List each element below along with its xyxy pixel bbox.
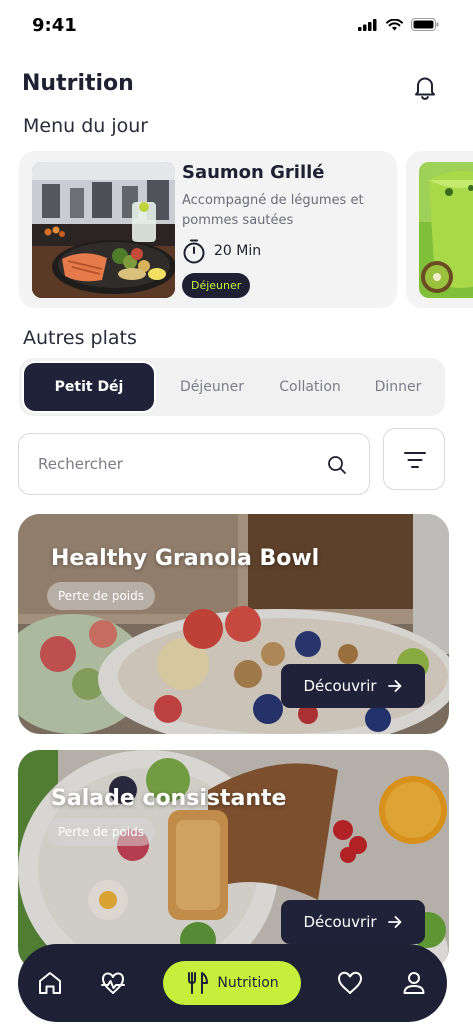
fork-knife-icon [188, 972, 209, 994]
profile-icon[interactable] [399, 968, 429, 998]
arrow-right-icon [387, 916, 401, 928]
arrow-right-icon [387, 680, 401, 692]
discover-button[interactable]: Découvrir [281, 664, 425, 708]
tab-dinner[interactable]: Dinner [361, 363, 435, 411]
featured-meal-card[interactable]: Saumon Grillé Accompagné de légumes et p… [19, 151, 397, 308]
status-icons [358, 18, 439, 31]
section-title-autres-plats: Autres plats [23, 327, 137, 349]
tab-collation[interactable]: Collation [265, 363, 355, 411]
bell-icon[interactable] [411, 73, 439, 101]
status-time: 9:41 [32, 15, 77, 36]
featured-meal-name: Saumon Grillé [182, 162, 325, 183]
search-box [18, 433, 370, 495]
signal-icon [358, 18, 377, 31]
recipe-card-granola[interactable]: Healthy Granola Bowl Perte de poids Déco… [18, 514, 449, 734]
home-icon[interactable] [35, 968, 65, 998]
smoothie-image [419, 162, 473, 298]
nav-item-nutrition[interactable]: Nutrition [163, 961, 301, 1005]
recipe-tag: Perte de poids [47, 582, 156, 610]
bottom-navigation: Nutrition [18, 944, 447, 1022]
health-icon[interactable] [98, 968, 128, 998]
recipe-card-salade[interactable]: Salade consistante Perte de poids Découv… [18, 750, 449, 970]
recipe-tag: Perte de poids [47, 818, 156, 846]
wifi-icon [386, 18, 403, 30]
discover-button-label: Découvrir [303, 677, 377, 695]
tab-dejeuner[interactable]: Déjeuner [167, 363, 257, 411]
discover-button-label: Découvrir [303, 913, 377, 931]
nav-active-label: Nutrition [217, 975, 279, 991]
discover-button[interactable]: Découvrir [281, 900, 425, 944]
search-icon[interactable] [327, 455, 347, 475]
recipe-title: Salade consistante [51, 786, 287, 811]
featured-meal-duration: 20 Min [182, 238, 261, 264]
search-input[interactable] [38, 434, 318, 494]
page-title: Nutrition [22, 71, 134, 96]
heart-icon[interactable] [335, 968, 365, 998]
tab-petit-dej[interactable]: Petit Déj [24, 363, 154, 411]
featured-meal-description: Accompagné de légumes et pommes sautées [182, 193, 364, 228]
featured-meal-card-next[interactable] [406, 151, 473, 308]
battery-icon [411, 18, 439, 31]
meal-category-tabs: Petit Déj Déjeuner Collation Dinner [19, 358, 445, 416]
section-title-menu: Menu du jour [23, 115, 149, 137]
recipe-title: Healthy Granola Bowl [51, 546, 320, 571]
filter-icon [404, 452, 426, 468]
timer-icon [183, 239, 205, 264]
filter-button[interactable] [383, 428, 445, 490]
salmon-image [32, 162, 175, 298]
status-bar: 9:41 [0, 0, 473, 52]
meal-type-badge: Déjeuner [182, 273, 251, 298]
duration-text: 20 Min [214, 243, 262, 259]
